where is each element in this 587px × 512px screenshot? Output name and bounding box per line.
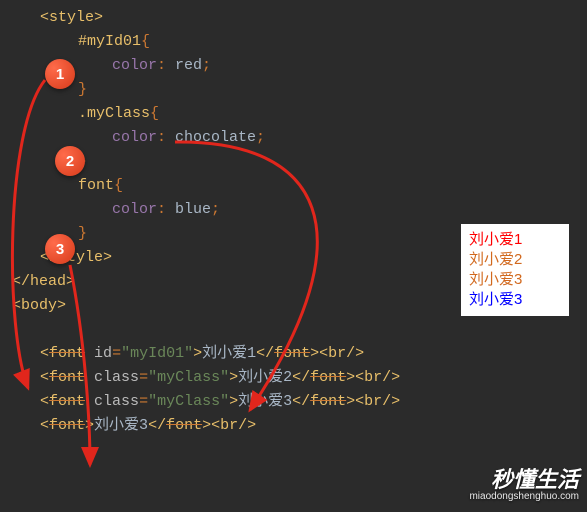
selector-class: .myClass bbox=[78, 105, 150, 122]
preview-line-4: 刘小爱3 bbox=[469, 290, 561, 310]
html-line-1: <font id="myId01">刘小爱1</font><br/> bbox=[12, 342, 587, 366]
badge-1: 1 bbox=[45, 59, 75, 89]
css-value-blue: blue bbox=[175, 201, 211, 218]
css-value-red: red bbox=[175, 57, 202, 74]
head-close: head bbox=[30, 273, 66, 290]
watermark-url: miaodongshenghuo.com bbox=[469, 491, 579, 502]
watermark: 秒懂生活 miaodongshenghuo.com bbox=[469, 469, 579, 502]
badge-3: 3 bbox=[45, 234, 75, 264]
watermark-title: 秒懂生活 bbox=[469, 469, 579, 491]
selector-id: #myId01 bbox=[78, 33, 141, 50]
selector-tag: font bbox=[78, 177, 114, 194]
render-preview: 刘小爱1 刘小爱2 刘小爱3 刘小爱3 bbox=[461, 224, 569, 316]
html-line-3: <font class="myClass">刘小爱3</font><br/> bbox=[12, 390, 587, 414]
preview-line-3: 刘小爱3 bbox=[469, 270, 561, 290]
body-open: body bbox=[21, 297, 57, 314]
style-open-tag: style bbox=[49, 9, 94, 26]
preview-line-2: 刘小爱2 bbox=[469, 250, 561, 270]
css-value-chocolate: chocolate bbox=[175, 129, 256, 146]
css-prop: color bbox=[112, 57, 157, 74]
preview-line-1: 刘小爱1 bbox=[469, 230, 561, 250]
html-line-2: <font class="myClass">刘小爱2</font><br/> bbox=[12, 366, 587, 390]
code-editor: <style> #myId01{ color: red; } .myClass{… bbox=[0, 0, 587, 438]
badge-2: 2 bbox=[55, 146, 85, 176]
html-line-4: <font>刘小爱3</font><br/> bbox=[12, 414, 587, 438]
